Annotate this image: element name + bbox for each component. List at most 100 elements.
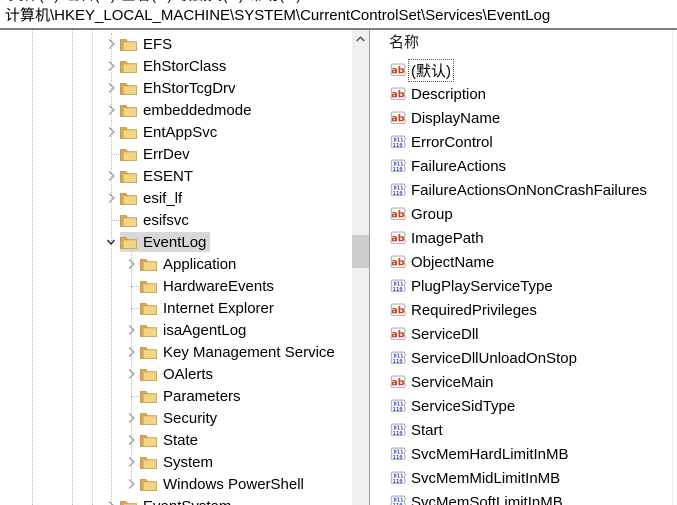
tree-item-internet-explorer[interactable]: Internet Explorer xyxy=(0,297,352,319)
value-row-group[interactable]: abGroup xyxy=(372,202,677,226)
tree-item-efs[interactable]: EFS xyxy=(0,33,352,55)
chevron-right-icon[interactable] xyxy=(102,80,120,96)
value-name-label: ServiceSidType xyxy=(411,398,515,415)
tree-item-label: Security xyxy=(163,410,217,427)
value-row-svcmemsoftlimitinmb[interactable]: 011110 SvcMemSoftLimitInMB xyxy=(372,490,677,505)
tree-item-ehstorclass[interactable]: EhStorClass xyxy=(0,55,352,77)
value-row-servicemain[interactable]: abServiceMain xyxy=(372,370,677,394)
value-name-label: SvcMemMidLimitInMB xyxy=(411,470,560,487)
chevron-right-icon[interactable] xyxy=(122,344,140,360)
value-row-displayname[interactable]: abDisplayName xyxy=(372,106,677,130)
value-row-errorcontrol[interactable]: 011110 ErrorControl xyxy=(372,130,677,154)
chevron-right-icon[interactable] xyxy=(122,322,140,338)
value-row-description[interactable]: abDescription xyxy=(372,82,677,106)
chevron-right-icon[interactable] xyxy=(102,498,120,505)
chevron-right-icon[interactable] xyxy=(122,256,140,272)
value-row-svcmemhardlimitinmb[interactable]: 011110SvcMemHardLimitInMB xyxy=(372,442,677,466)
chevron-placeholder xyxy=(102,146,120,162)
folder-icon xyxy=(140,412,157,425)
tree-item-entappsvc[interactable]: EntAppSvc xyxy=(0,121,352,143)
tree-item-system[interactable]: System xyxy=(0,451,352,473)
column-header-name[interactable]: 名称 xyxy=(372,30,677,56)
value-name-label: ObjectName xyxy=(411,254,494,271)
value-row-failureactions[interactable]: 011110FailureActions xyxy=(372,154,677,178)
chevron-right-icon[interactable] xyxy=(122,454,140,470)
chevron-placeholder xyxy=(122,388,140,404)
chevron-right-icon[interactable] xyxy=(102,168,120,184)
tree-item-label: OAlerts xyxy=(163,366,213,383)
value-row-默认[interactable]: ab(默认) xyxy=(372,58,677,82)
tree-item-label: esif_lf xyxy=(143,190,182,207)
scrollbar-up-arrow-icon[interactable] xyxy=(352,30,369,47)
string-value-icon: ab xyxy=(390,375,406,389)
tree-item-security[interactable]: Security xyxy=(0,407,352,429)
folder-icon xyxy=(120,214,137,227)
tree-item-label: EFS xyxy=(143,36,172,53)
value-name-label: PlugPlayServiceType xyxy=(411,278,553,295)
tree-item-esent[interactable]: ESENT xyxy=(0,165,352,187)
tree-item-label: ErrDev xyxy=(143,146,190,163)
tree-item-key-management-service[interactable]: Key Management Service xyxy=(0,341,352,363)
tree-item-ehstortcgdrv[interactable]: EhStorTcgDrv xyxy=(0,77,352,99)
tree-item-state[interactable]: State xyxy=(0,429,352,451)
string-value-icon: ab xyxy=(390,303,406,317)
value-row-imagepath[interactable]: abImagePath xyxy=(372,226,677,250)
dword-value-icon: 011110 xyxy=(390,351,406,365)
tree-item-application[interactable]: Application xyxy=(0,253,352,275)
chevron-down-icon[interactable] xyxy=(102,234,120,250)
value-name-label: Group xyxy=(411,206,453,223)
tree-item-label: isaAgentLog xyxy=(163,322,246,339)
value-name-label: SvcMemSoftLimitInMB xyxy=(411,494,563,505)
value-name-label: FailureActions xyxy=(411,158,506,175)
folder-icon xyxy=(120,192,137,205)
dword-value-icon: 011110 xyxy=(390,495,406,505)
tree-item-windows-powershell[interactable]: Windows PowerShell xyxy=(0,473,352,495)
value-row-failureactionsonnoncrashfailures[interactable]: 011110FailureActionsOnNonCrashFailures xyxy=(372,178,677,202)
folder-icon xyxy=(140,456,157,469)
chevron-right-icon[interactable] xyxy=(102,36,120,52)
address-bar[interactable]: 计算机\HKEY_LOCAL_MACHINE\SYSTEM\CurrentCon… xyxy=(0,3,677,28)
value-name-label: (默认) xyxy=(409,60,453,81)
dword-value-icon: 011110 xyxy=(390,135,406,149)
chevron-right-icon[interactable] xyxy=(122,366,140,382)
chevron-right-icon[interactable] xyxy=(122,410,140,426)
chevron-right-icon[interactable] xyxy=(122,476,140,492)
tree-item-esif-lf[interactable]: esif_lf xyxy=(0,187,352,209)
value-name-label: ServiceDllUnloadOnStop xyxy=(411,350,577,367)
string-value-icon: ab xyxy=(390,87,406,101)
tree-item-parameters[interactable]: Parameters xyxy=(0,385,352,407)
chevron-right-icon[interactable] xyxy=(122,432,140,448)
chevron-right-icon[interactable] xyxy=(102,102,120,118)
tree-item-isaagentlog[interactable]: isaAgentLog xyxy=(0,319,352,341)
tree-item-errdev[interactable]: ErrDev xyxy=(0,143,352,165)
tree-item-label: Internet Explorer xyxy=(163,300,274,317)
folder-icon xyxy=(120,170,137,183)
tree-item-label: System xyxy=(163,454,213,471)
value-name-label: ErrorControl xyxy=(411,134,493,151)
tree-item-oalerts[interactable]: OAlerts xyxy=(0,363,352,385)
folder-icon xyxy=(140,258,157,271)
value-row-start[interactable]: 011110Start xyxy=(372,418,677,442)
string-value-icon: ab xyxy=(390,111,406,125)
tree-scrollbar-thumb[interactable] xyxy=(352,235,369,268)
tree-scrollbar[interactable] xyxy=(352,30,369,505)
folder-icon xyxy=(140,478,157,491)
value-row-servicedllunloadonstop[interactable]: 011110 ServiceDllUnloadOnStop xyxy=(372,346,677,370)
tree-item-hardwareevents[interactable]: HardwareEvents xyxy=(0,275,352,297)
value-row-requiredprivileges[interactable]: abRequiredPrivileges xyxy=(372,298,677,322)
value-row-servicedll[interactable]: abServiceDll xyxy=(372,322,677,346)
tree-item-eventlog[interactable]: EventLog xyxy=(0,231,352,253)
tree-item-esifsvc[interactable]: esifsvc xyxy=(0,209,352,231)
chevron-right-icon[interactable] xyxy=(102,124,120,140)
tree-item-label: Parameters xyxy=(163,388,241,405)
tree-item-eventsystem[interactable]: EventSystem xyxy=(0,495,352,505)
value-row-plugplayservicetype[interactable]: 011110PlugPlayServiceType xyxy=(372,274,677,298)
value-row-objectname[interactable]: abObjectName xyxy=(372,250,677,274)
chevron-right-icon[interactable] xyxy=(102,58,120,74)
registry-key-tree: EFS EhStorClassEhStorTcgDrvembeddedmodeEn… xyxy=(0,30,352,505)
tree-item-embeddedmode[interactable]: embeddedmode xyxy=(0,99,352,121)
chevron-right-icon[interactable] xyxy=(102,190,120,206)
value-row-servicesidtype[interactable]: 011110ServiceSidType xyxy=(372,394,677,418)
chevron-placeholder xyxy=(122,278,140,294)
value-row-svcmemmidlimitinmb[interactable]: 011110SvcMemMidLimitInMB xyxy=(372,466,677,490)
